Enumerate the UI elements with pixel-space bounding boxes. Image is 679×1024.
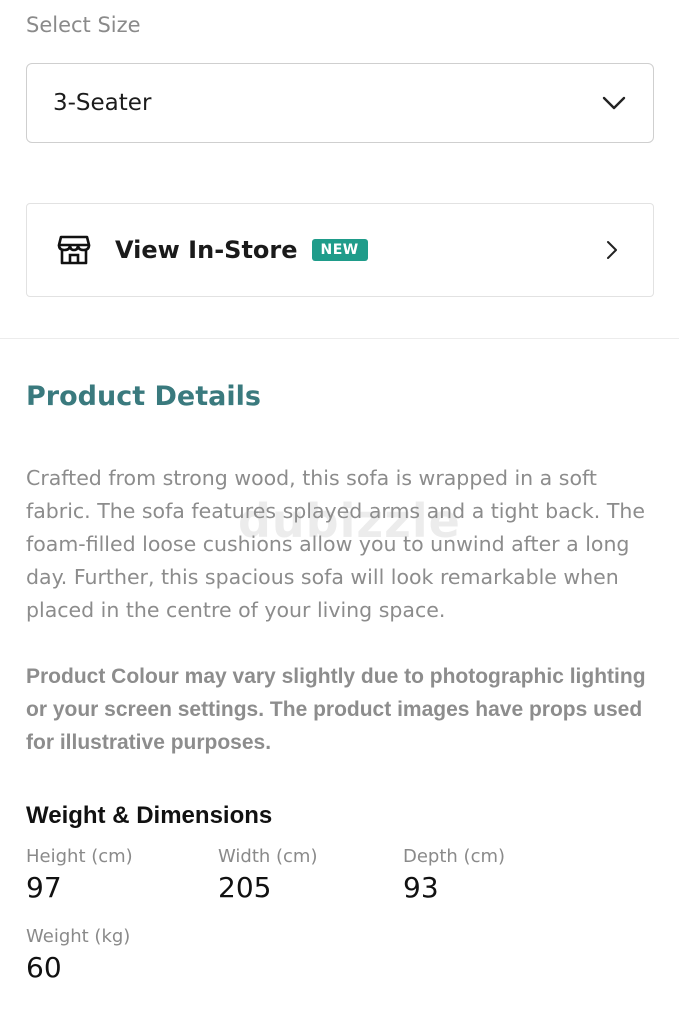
chevron-down-icon [601, 90, 627, 116]
size-label: Select Size [26, 13, 141, 37]
size-select-value: 3-Seater [53, 90, 152, 116]
new-badge: NEW [311, 239, 368, 261]
chevron-right-icon [601, 239, 623, 261]
product-description: Crafted from strong wood, this sofa is w… [26, 466, 645, 622]
height-spec: Height (cm) 97 [26, 846, 133, 904]
product-details-title: Product Details [26, 381, 261, 412]
weight-label: Weight (kg) [26, 926, 131, 947]
size-select[interactable]: 3-Seater [26, 63, 654, 143]
weight-value: 60 [26, 951, 62, 984]
width-label: Width (cm) [218, 846, 318, 867]
store-icon [57, 233, 91, 267]
store-card-title: View In-Store [115, 236, 298, 264]
weight-dimensions-title: Weight & Dimensions [26, 802, 273, 829]
height-value: 97 [26, 871, 62, 904]
weight-spec: Weight (kg) 60 [26, 926, 130, 984]
view-in-store-card[interactable]: View In-Store NEW [26, 203, 654, 297]
product-colour-note: Product Colour may vary slightly due to … [26, 665, 646, 754]
height-label: Height (cm) [26, 846, 133, 867]
width-spec: Width (cm) 205 [218, 846, 318, 904]
width-value: 205 [218, 871, 272, 904]
depth-label: Depth (cm) [403, 846, 506, 867]
depth-value: 93 [403, 871, 439, 904]
section-divider [0, 338, 679, 339]
depth-spec: Depth (cm) 93 [403, 846, 505, 904]
